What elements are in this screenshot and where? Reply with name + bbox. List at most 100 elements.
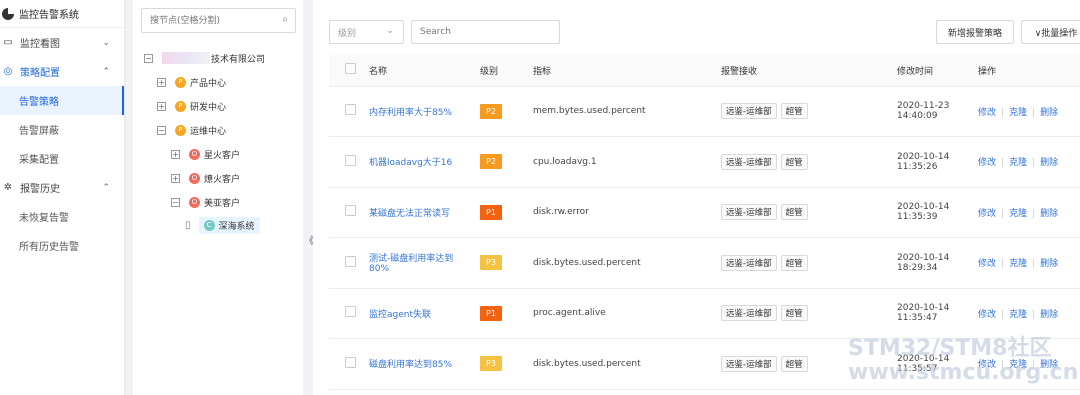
tree-node[interactable]: − O 美亚客户	[171, 194, 240, 210]
edit-link[interactable]: 修改	[978, 310, 996, 320]
tree-node[interactable]: + P 产品中心	[157, 74, 226, 90]
collapse-icon[interactable]: −	[157, 125, 166, 135]
select-all-checkbox[interactable]	[345, 63, 356, 75]
modified-date: 2020-10-14	[897, 252, 950, 263]
receivers-cell: 远鉴-运维部 超管	[721, 237, 897, 289]
node-badge-icon: C	[203, 219, 215, 231]
tree-node-label: 美亚客户	[204, 198, 241, 209]
tree-node[interactable]: + O 星火客户	[171, 146, 240, 162]
tree-node-selected[interactable]: ▯ C 深海系统	[185, 216, 260, 234]
expand-icon[interactable]: +	[171, 149, 180, 159]
row-checkbox[interactable]	[345, 104, 356, 116]
policy-name-link[interactable]: 测试-磁盘利用率达到	[369, 254, 453, 264]
policy-name-link-cont[interactable]: 80%	[369, 264, 389, 274]
tree-node-root[interactable]: − 技术有限公司	[144, 50, 265, 66]
modified-time: 11:35:26	[897, 161, 938, 172]
chevron-up-icon: ⌃	[102, 182, 110, 193]
tree-panel: ⌕ − 技术有限公司 + P 产品中心 + P 研发中心 − P 运维中心 + …	[133, 0, 303, 395]
level-filter-select[interactable]: 级别 ⌄	[329, 20, 404, 44]
header-receivers: 报警接收	[721, 55, 897, 87]
delete-link[interactable]: 删除	[1040, 108, 1058, 118]
table-row: 监控agent失联 P1 proc.agent.alive 远鉴-运维部 超管 2…	[329, 288, 1080, 339]
sidebar-item-all-history[interactable]: 所有历史告警	[0, 231, 124, 260]
divider: |	[1001, 158, 1005, 169]
row-checkbox[interactable]	[345, 356, 356, 368]
receivers-cell: 远鉴-运维部 超管	[721, 187, 897, 238]
file-icon: ▯	[185, 219, 191, 231]
clone-link[interactable]: 克隆	[1009, 209, 1027, 219]
row-select-cell	[329, 136, 369, 188]
header-level: 级别	[480, 55, 533, 87]
level-cell: P2	[480, 86, 533, 137]
menu-group-policy[interactable]: ◎ 策略配置 ⌃	[0, 57, 124, 86]
expand-icon[interactable]: +	[157, 101, 166, 111]
header-modified-time: 修改时间	[897, 55, 978, 87]
policy-name-link[interactable]: 磁盘利用率达到85%	[369, 360, 452, 370]
sidebar-item-collect-config[interactable]: 采集配置	[0, 144, 124, 173]
row-checkbox[interactable]	[345, 255, 356, 267]
row-checkbox[interactable]	[345, 205, 356, 217]
edit-link[interactable]: 修改	[978, 259, 996, 269]
receiver-tag: 远鉴-运维部	[721, 305, 777, 322]
policy-name-link[interactable]: 某磁盘无法正常读写	[369, 209, 450, 219]
new-policy-button[interactable]: 新增报警策略	[936, 20, 1014, 44]
row-checkbox[interactable]	[345, 306, 356, 318]
actions-cell: 修改 | 克隆 | 删除	[978, 187, 1080, 238]
modified-time: 14:40:09	[897, 111, 938, 122]
tree-node[interactable]: + O 燎火客户	[171, 170, 240, 186]
menu-group-label: 报警历史	[20, 184, 60, 195]
app-title: 监控告警系统	[19, 10, 79, 21]
sidebar-item-alert-mute[interactable]: 告警屏蔽	[0, 115, 124, 144]
select-all-cell	[329, 55, 369, 87]
tree-node-label: 运维中心	[190, 126, 227, 137]
clone-link[interactable]: 克隆	[1009, 108, 1027, 118]
clone-link[interactable]: 克隆	[1009, 310, 1027, 320]
tree-search[interactable]: ⌕	[141, 8, 296, 33]
sidebar-item-alert-policy[interactable]: 告警策略	[0, 86, 124, 115]
metric-cell: mem.bytes.used.percent	[533, 86, 721, 137]
divider: |	[1001, 208, 1005, 219]
receiver-tag: 超管	[780, 305, 808, 322]
delete-link[interactable]: 删除	[1040, 310, 1058, 320]
menu-group-monitor[interactable]: ▭ 监控看图 ⌄	[0, 28, 124, 57]
node-badge-icon: O	[189, 196, 200, 208]
selected-node[interactable]: C 深海系统	[198, 216, 260, 234]
clone-link[interactable]: 克隆	[1009, 259, 1027, 269]
name-cell: 监控agent失联	[369, 288, 480, 339]
tree-node-label: 产品中心	[190, 78, 227, 89]
expand-icon[interactable]: +	[157, 77, 166, 87]
compass-icon: ◎	[3, 66, 13, 77]
edit-link[interactable]: 修改	[978, 108, 996, 118]
edit-link[interactable]: 修改	[978, 158, 996, 168]
delete-link[interactable]: 删除	[1040, 259, 1058, 269]
tree-node[interactable]: − P 运维中心	[157, 122, 226, 138]
expand-icon[interactable]: +	[171, 173, 180, 183]
edit-link[interactable]: 修改	[978, 209, 996, 219]
divider: |	[1032, 309, 1036, 320]
search-field[interactable]	[411, 20, 560, 44]
policy-name-link[interactable]: 内存利用率大于85%	[369, 108, 452, 118]
search-input[interactable]	[412, 21, 552, 43]
policy-name-link[interactable]: 监控agent失联	[369, 310, 431, 320]
receiver-tag: 远鉴-运维部	[721, 355, 777, 372]
delete-link[interactable]: 删除	[1040, 158, 1058, 168]
divider: |	[1001, 259, 1005, 270]
collapse-icon[interactable]: −	[171, 197, 180, 207]
sidebar-item-unrecovered[interactable]: 未恢复告警	[0, 202, 124, 231]
header-name: 名称	[369, 55, 480, 87]
tree-node[interactable]: + P 研发中心	[157, 98, 226, 114]
search-icon[interactable]: ⌕	[282, 14, 288, 25]
tree-search-input[interactable]	[142, 9, 267, 32]
clone-link[interactable]: 克隆	[1009, 158, 1027, 168]
watermark-url: www.stmcu.org.cn	[848, 360, 1079, 385]
actions-cell: 修改 | 克隆 | 删除	[978, 86, 1080, 137]
batch-actions-button[interactable]: ∨批量操作	[1021, 20, 1080, 44]
divider: |	[1032, 107, 1036, 118]
delete-link[interactable]: 删除	[1040, 209, 1058, 219]
collapse-icon[interactable]: −	[144, 53, 153, 63]
row-checkbox[interactable]	[345, 154, 356, 166]
redacted-text	[162, 52, 210, 64]
policy-name-link[interactable]: 机器loadavg大于16	[369, 158, 452, 168]
menu-group-history[interactable]: ✲ 报警历史 ⌃	[0, 173, 124, 202]
level-badge: P3	[480, 255, 502, 271]
